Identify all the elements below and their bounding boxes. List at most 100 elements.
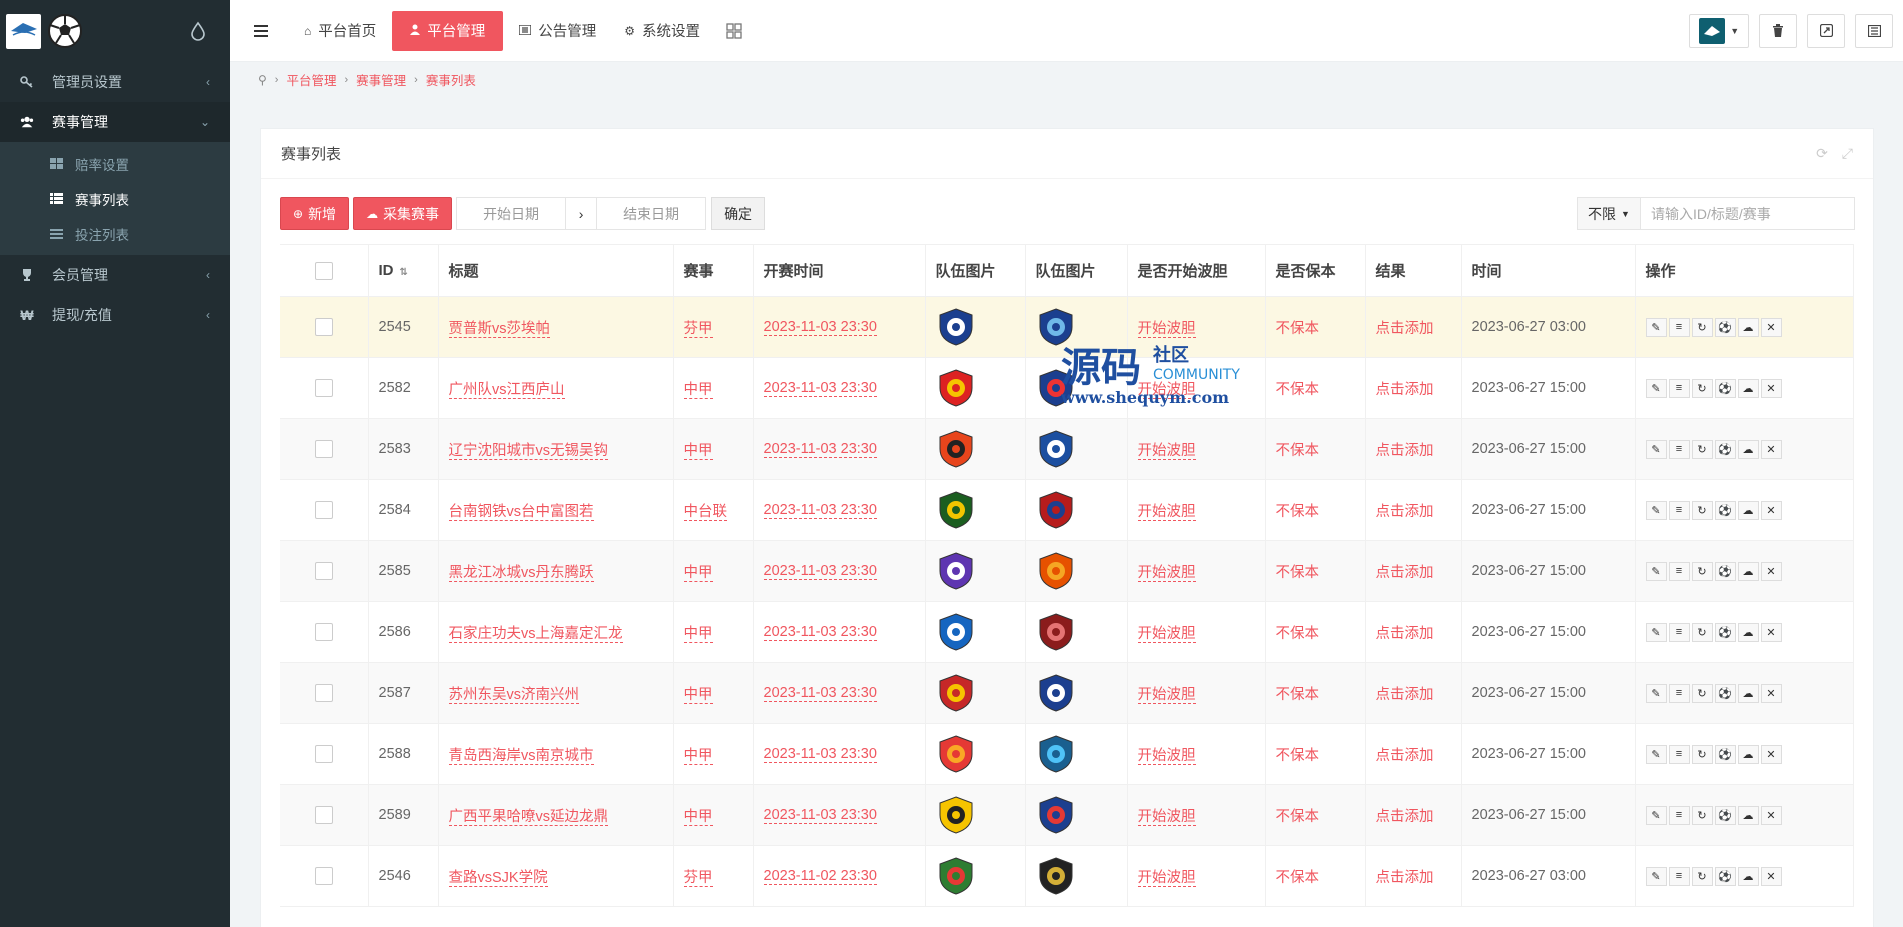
collect-matches-button[interactable]: ☁ 采集赛事 — [353, 197, 453, 230]
row-start-time[interactable]: 2023-11-03 23:30 — [763, 502, 877, 519]
row-baoben[interactable]: 不保本 — [1276, 321, 1320, 337]
edit-icon[interactable]: ✎ — [1645, 378, 1667, 398]
row-baoben[interactable]: 不保本 — [1276, 870, 1320, 886]
row-title-link[interactable]: 查路vsSJK学院 — [448, 869, 548, 887]
row-title-link[interactable]: 青岛西海岸vs南京城市 — [448, 747, 594, 765]
refresh-icon[interactable]: ↻ — [1691, 439, 1713, 459]
confirm-button[interactable]: 确定 — [711, 197, 766, 230]
list-icon[interactable]: ≡ — [1668, 744, 1690, 764]
football-icon[interactable]: ⚽ — [1714, 744, 1736, 764]
refresh-icon[interactable]: ⟳ — [1816, 145, 1828, 162]
row-bodan-link[interactable]: 开始波胆 — [1137, 320, 1196, 338]
row-start-time[interactable]: 2023-11-03 23:30 — [763, 380, 877, 397]
row-checkbox[interactable] — [314, 501, 333, 519]
cloud-upload-icon[interactable]: ☁ — [1737, 378, 1759, 398]
row-league-link[interactable]: 中甲 — [683, 625, 713, 643]
row-result-link[interactable]: 点击添加 — [1376, 748, 1434, 764]
football-icon[interactable]: ⚽ — [1714, 683, 1736, 703]
apps-grid-icon[interactable] — [726, 22, 742, 39]
edit-icon[interactable]: ✎ — [1645, 866, 1667, 886]
row-result-link[interactable]: 点击添加 — [1376, 443, 1434, 459]
refresh-icon[interactable]: ↻ — [1691, 561, 1713, 581]
breadcrumb-item[interactable]: 赛事列表 — [426, 70, 476, 89]
row-title-link[interactable]: 贾普斯vs莎埃帕 — [448, 320, 550, 338]
cloud-upload-icon[interactable]: ☁ — [1737, 744, 1759, 764]
row-title-link[interactable]: 苏州东吴vs济南兴州 — [448, 686, 579, 704]
cloud-upload-icon[interactable]: ☁ — [1737, 683, 1759, 703]
row-baoben[interactable]: 不保本 — [1276, 504, 1320, 520]
row-checkbox[interactable] — [314, 318, 333, 336]
row-bodan-link[interactable]: 开始波胆 — [1137, 503, 1196, 521]
row-result-link[interactable]: 点击添加 — [1376, 565, 1434, 581]
cloud-upload-icon[interactable]: ☁ — [1737, 500, 1759, 520]
row-bodan-link[interactable]: 开始波胆 — [1137, 869, 1196, 887]
row-checkbox[interactable] — [314, 440, 333, 458]
row-checkbox[interactable] — [314, 562, 333, 580]
row-start-time[interactable]: 2023-11-03 23:30 — [763, 685, 877, 702]
football-icon[interactable]: ⚽ — [1714, 866, 1736, 886]
row-league-link[interactable]: 中甲 — [683, 564, 713, 582]
row-start-time[interactable]: 2023-11-03 23:30 — [763, 563, 877, 580]
sidebar-subitem-bet-list[interactable]: 投注列表 — [0, 216, 230, 251]
delete-icon[interactable]: ✕ — [1760, 683, 1782, 703]
row-title-link[interactable]: 台南钢铁vs台中富图若 — [448, 503, 594, 521]
row-checkbox[interactable] — [314, 623, 333, 641]
site-logo[interactable] — [6, 13, 41, 49]
row-title-link[interactable]: 石家庄功夫vs上海嘉定汇龙 — [448, 625, 623, 643]
row-start-time[interactable]: 2023-11-03 23:30 — [763, 746, 877, 763]
refresh-icon[interactable]: ↻ — [1691, 805, 1713, 825]
row-checkbox[interactable] — [314, 379, 333, 397]
football-icon[interactable]: ⚽ — [1714, 805, 1736, 825]
sidebar-subitem-match-list[interactable]: 赛事列表 — [0, 181, 230, 216]
football-icon[interactable]: ⚽ — [1714, 317, 1736, 337]
edit-icon[interactable]: ✎ — [1645, 561, 1667, 581]
row-league-link[interactable]: 芬甲 — [683, 869, 713, 887]
edit-icon[interactable]: ✎ — [1645, 500, 1667, 520]
menu-toggle-button[interactable] — [230, 0, 292, 62]
cloud-upload-icon[interactable]: ☁ — [1737, 317, 1759, 337]
col-id[interactable]: ID ⇅ — [368, 244, 439, 297]
delete-icon[interactable]: ✕ — [1760, 317, 1782, 337]
sidebar-item-member-management[interactable]: 会员管理 ‹ — [0, 255, 230, 295]
cloud-upload-icon[interactable]: ☁ — [1737, 805, 1759, 825]
list-icon[interactable]: ≡ — [1668, 317, 1690, 337]
cloud-upload-icon[interactable]: ☁ — [1737, 439, 1759, 459]
row-title-link[interactable]: 辽宁沈阳城市vs无锡吴钩 — [448, 442, 608, 460]
refresh-icon[interactable]: ↻ — [1691, 744, 1713, 764]
tab-system-settings[interactable]: ⚙ 系统设置 — [612, 11, 712, 51]
list-icon[interactable]: ≡ — [1668, 500, 1690, 520]
list-icon[interactable]: ≡ — [1668, 378, 1690, 398]
row-result-link[interactable]: 点击添加 — [1376, 382, 1434, 398]
list-icon[interactable]: ≡ — [1668, 805, 1690, 825]
row-result-link[interactable]: 点击添加 — [1376, 626, 1434, 642]
football-icon[interactable]: ⚽ — [1714, 439, 1736, 459]
cloud-upload-icon[interactable]: ☁ — [1737, 866, 1759, 886]
delete-icon[interactable]: ✕ — [1760, 805, 1782, 825]
row-start-time[interactable]: 2023-11-03 23:30 — [763, 624, 877, 641]
sort-icon[interactable]: ⇅ — [400, 267, 408, 278]
delete-icon[interactable]: ✕ — [1760, 744, 1782, 764]
clear-cache-button[interactable] — [1759, 13, 1797, 48]
row-title-link[interactable]: 广西平果哈嘹vs延边龙鼎 — [448, 808, 608, 826]
football-icon[interactable]: ⚽ — [1714, 378, 1736, 398]
fullscreen-button[interactable] — [1807, 13, 1845, 48]
refresh-icon[interactable]: ↻ — [1691, 317, 1713, 337]
row-bodan-link[interactable]: 开始波胆 — [1137, 564, 1196, 582]
breadcrumb-item[interactable]: 赛事管理 — [356, 70, 406, 89]
edit-icon[interactable]: ✎ — [1645, 317, 1667, 337]
row-title-link[interactable]: 黑龙江冰城vs丹东腾跃 — [448, 564, 594, 582]
row-baoben[interactable]: 不保本 — [1276, 565, 1320, 581]
breadcrumb-item[interactable]: 平台管理 — [286, 70, 336, 89]
row-start-time[interactable]: 2023-11-03 23:30 — [763, 319, 877, 336]
edit-icon[interactable]: ✎ — [1645, 622, 1667, 642]
sidebar-item-admin-settings[interactable]: 管理员设置 ‹ — [0, 62, 230, 102]
sidebar-item-match-management[interactable]: 赛事管理 ⌄ — [0, 102, 230, 142]
row-baoben[interactable]: 不保本 — [1276, 382, 1320, 398]
sidebar-subitem-odds-settings[interactable]: 赔率设置 — [0, 146, 230, 181]
filter-select[interactable]: 不限 ▼ — [1577, 197, 1641, 230]
row-checkbox[interactable] — [314, 684, 333, 702]
row-bodan-link[interactable]: 开始波胆 — [1137, 381, 1196, 399]
edit-icon[interactable]: ✎ — [1645, 683, 1667, 703]
tab-announcement-management[interactable]: 公告管理 — [507, 11, 608, 51]
edit-icon[interactable]: ✎ — [1645, 805, 1667, 825]
